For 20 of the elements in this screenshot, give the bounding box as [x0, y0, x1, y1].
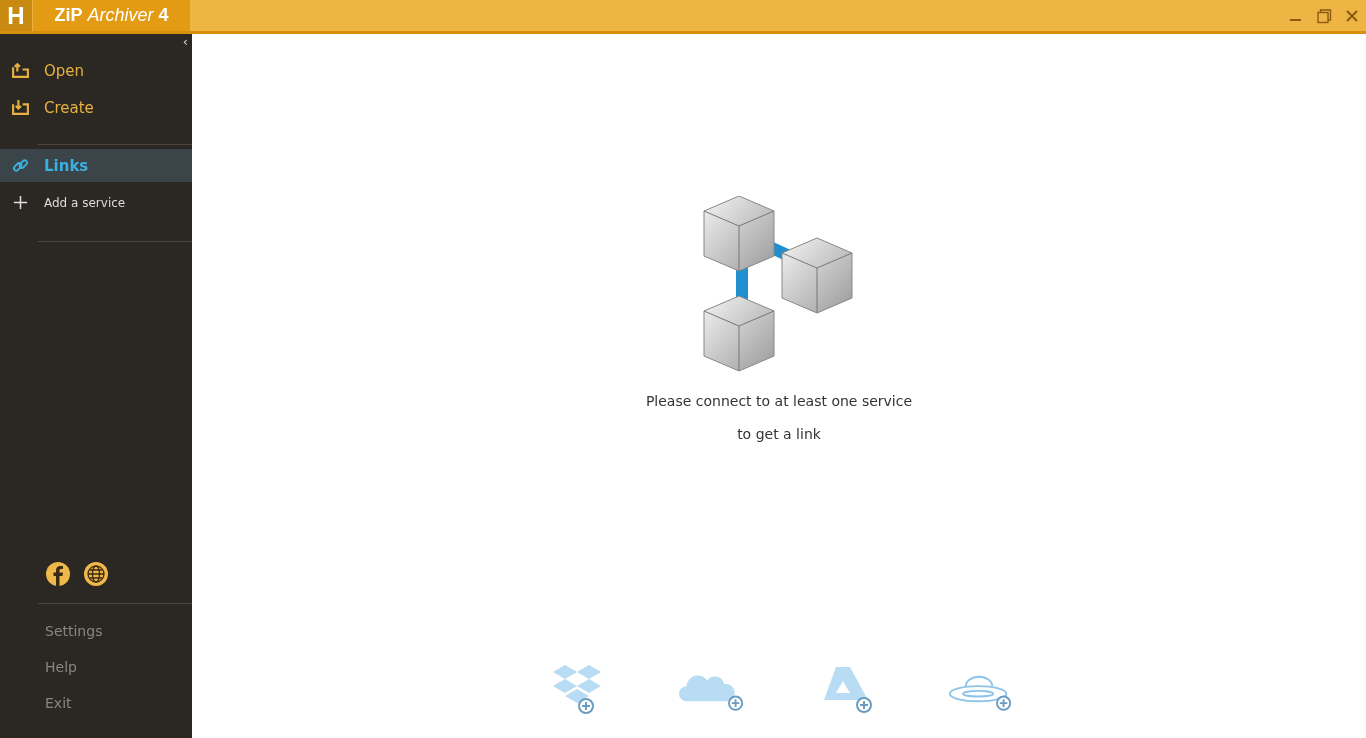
chain-link-icon	[11, 157, 30, 174]
sidebar-item[interactable]: Add a service	[0, 186, 192, 219]
collapse-button[interactable]: ‹	[182, 34, 188, 50]
sidebar-item[interactable]: Links	[0, 149, 192, 182]
download-tray-icon	[11, 99, 30, 116]
window-title: ZiP Archiver 4	[32, 0, 190, 31]
message-text: Please connect to at least one service	[645, 394, 913, 409]
plus-icon	[11, 194, 30, 211]
facebook-icon[interactable]	[45, 561, 71, 587]
globe-icon[interactable]	[83, 561, 109, 587]
sidebar-item[interactable]: Open	[0, 54, 192, 87]
sidebar-item[interactable]: Exit	[45, 692, 72, 714]
maximize-icon[interactable]	[1316, 7, 1332, 24]
close-icon[interactable]	[1344, 7, 1360, 24]
sidebar-item[interactable]: Settings	[45, 620, 103, 642]
app-logo: H	[0, 0, 32, 31]
sidebar-item[interactable]: Help	[45, 656, 77, 678]
sidebar-item[interactable]: Create	[0, 91, 192, 124]
message-text: to get a link	[737, 427, 821, 442]
upload-tray-icon	[11, 62, 30, 79]
